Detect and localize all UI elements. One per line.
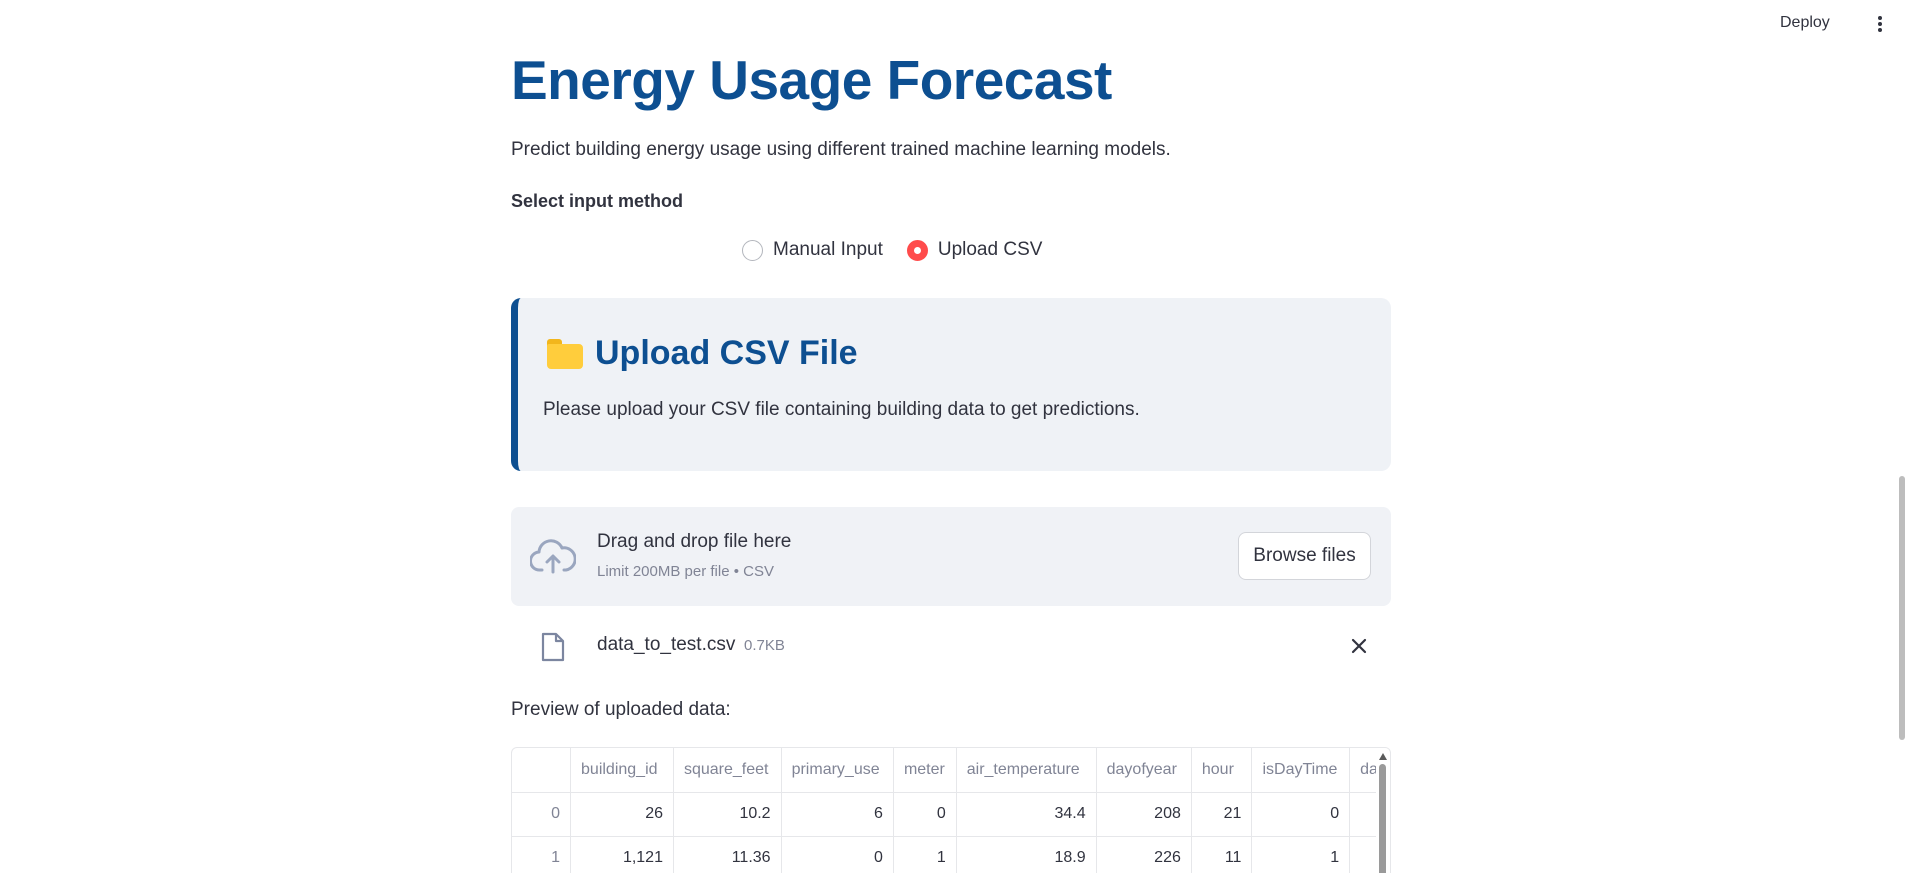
column-header[interactable]: square_feet xyxy=(673,748,782,793)
upload-card-text: Please upload your CSV file containing b… xyxy=(543,399,1140,420)
browse-files-button[interactable]: Browse files xyxy=(1238,532,1371,580)
table-scrollbar-thumb[interactable] xyxy=(1379,764,1386,873)
page-scrollbar-thumb[interactable] xyxy=(1899,476,1905,740)
upload-info-card: Upload CSV File Please upload your CSV f… xyxy=(511,298,1391,471)
table-row: 1 1,121 11.36 0 1 18.9 226 11 1 xyxy=(512,836,1390,873)
radio-checked-icon xyxy=(906,239,928,261)
scroll-up-icon[interactable] xyxy=(1379,753,1387,760)
table-cell[interactable]: 34.4 xyxy=(956,792,1097,837)
row-index: 0 xyxy=(512,792,572,837)
page-title: Energy Usage Forecast xyxy=(511,49,1112,111)
main-menu-icon[interactable] xyxy=(1874,14,1886,34)
upload-card-heading: Upload CSV File xyxy=(547,334,858,373)
uploaded-file-item: data_to_test.csv 0.7KB xyxy=(511,624,1391,666)
column-header[interactable]: dayofyear xyxy=(1096,748,1192,793)
table-cell[interactable]: 1 xyxy=(893,836,957,873)
table-cell[interactable]: 10.2 xyxy=(673,792,782,837)
table-cell[interactable]: 208 xyxy=(1096,792,1192,837)
radio-manual-input[interactable]: Manual Input xyxy=(742,239,883,261)
column-header[interactable]: air_temperature xyxy=(956,748,1097,793)
table-header-row: building_id square_feet primary_use mete… xyxy=(512,748,1390,793)
upload-card-title: Upload CSV File xyxy=(595,334,858,372)
deploy-button[interactable]: Deploy xyxy=(1780,14,1830,32)
folder-icon xyxy=(547,338,583,369)
table-cell[interactable]: 0 xyxy=(781,836,894,873)
table-cell[interactable]: 6 xyxy=(781,792,894,837)
radio-upload-csv[interactable]: Upload CSV xyxy=(906,239,1043,261)
uploaded-file-name: data_to_test.csv xyxy=(597,634,736,655)
table-cell[interactable]: 26 xyxy=(570,792,674,837)
column-header[interactable]: isDayTime xyxy=(1251,748,1351,793)
input-method-radio-group: Manual Input Upload CSV xyxy=(742,239,1042,261)
top-toolbar: Deploy xyxy=(0,0,1907,48)
page-subtitle: Predict building energy usage using diff… xyxy=(511,139,1171,160)
table-row: 0 26 10.2 6 0 34.4 208 21 0 xyxy=(512,792,1390,837)
uploaded-file-size: 0.7KB xyxy=(744,637,785,654)
close-icon[interactable] xyxy=(1349,636,1369,656)
table-cell[interactable]: 0 xyxy=(893,792,957,837)
radio-label: Upload CSV xyxy=(937,239,1043,260)
file-icon xyxy=(541,632,565,662)
dropzone-title: Drag and drop file here xyxy=(597,531,792,552)
table-cell[interactable]: 21 xyxy=(1191,792,1253,837)
table-cell[interactable]: 11.36 xyxy=(673,836,782,873)
data-preview-table[interactable]: building_id square_feet primary_use mete… xyxy=(511,747,1391,873)
table-scrollbar[interactable] xyxy=(1376,748,1390,873)
table-cell[interactable]: 11 xyxy=(1191,836,1253,873)
table-cell[interactable]: 0 xyxy=(1251,792,1351,837)
table-cell[interactable]: 1 xyxy=(1251,836,1351,873)
column-header[interactable]: hour xyxy=(1191,748,1253,793)
radio-label: Manual Input xyxy=(773,239,883,260)
dropzone-limit-text: Limit 200MB per file • CSV xyxy=(597,563,774,580)
row-index: 1 xyxy=(512,836,572,873)
table-cell[interactable]: 226 xyxy=(1096,836,1192,873)
column-header[interactable] xyxy=(512,748,572,793)
page-scrollbar[interactable] xyxy=(1898,0,1907,873)
table-cell[interactable]: 1,121 xyxy=(570,836,674,873)
column-header[interactable]: meter xyxy=(893,748,957,793)
file-dropzone[interactable]: Drag and drop file here Limit 200MB per … xyxy=(511,507,1391,606)
input-method-label: Select input method xyxy=(511,191,684,211)
column-header[interactable]: primary_use xyxy=(781,748,894,793)
cloud-upload-icon xyxy=(530,539,576,574)
radio-unchecked-icon xyxy=(742,239,763,261)
column-header[interactable]: building_id xyxy=(570,748,674,793)
table-cell[interactable]: 18.9 xyxy=(956,836,1097,873)
preview-label: Preview of uploaded data: xyxy=(511,699,731,720)
